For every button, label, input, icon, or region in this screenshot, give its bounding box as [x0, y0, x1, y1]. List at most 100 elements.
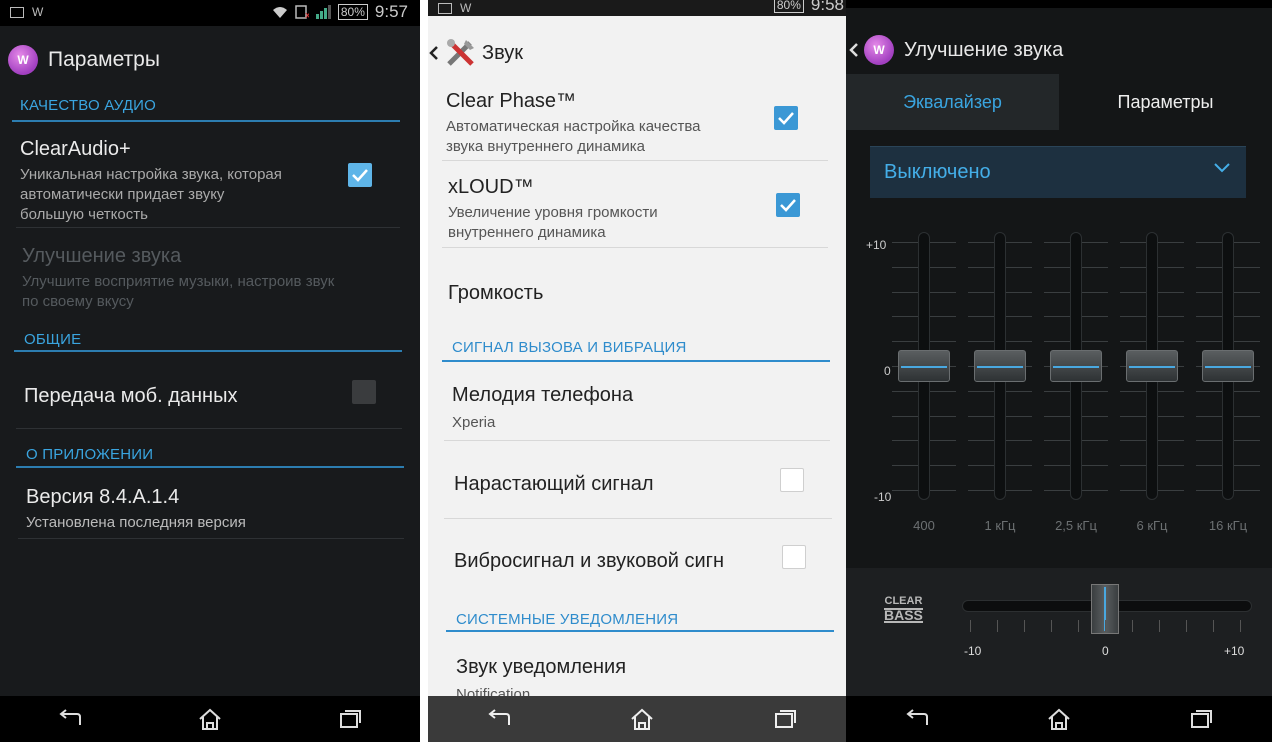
- setting-volume[interactable]: Громкость: [448, 282, 768, 305]
- clear-phase-checkbox[interactable]: [774, 106, 798, 130]
- clear-bass-tick: [1024, 620, 1025, 632]
- walkman-notification-icon: W: [32, 5, 44, 19]
- page-title: Улучшение звука: [904, 38, 1064, 61]
- equalizer: +10 0 -10 400 1 кГц 2,5 кГц 6 кГц 16 кГц: [846, 220, 1272, 540]
- home-button[interactable]: [1043, 706, 1075, 732]
- walkman-icon[interactable]: W: [8, 45, 38, 75]
- setting-title: Улучшение звука: [22, 245, 182, 267]
- eq-label-max: +10: [866, 238, 887, 252]
- tab-parameters[interactable]: Параметры: [1059, 74, 1272, 130]
- setting-clear-phase[interactable]: Clear Phase™ Автоматическая настройка ка…: [446, 90, 766, 157]
- eq-slider-handle[interactable]: [1202, 350, 1254, 382]
- home-icon: [199, 708, 221, 730]
- setting-subtitle: большую четкость: [20, 206, 148, 223]
- clear-bass-tick: [1051, 620, 1052, 632]
- eq-slider-handle[interactable]: [974, 350, 1026, 382]
- battery-indicator: 80%: [773, 0, 804, 13]
- clear-bass-max-label: +10: [1224, 644, 1245, 658]
- section-header-about: О ПРИЛОЖЕНИИ: [26, 446, 154, 463]
- app-bar: Звук: [428, 30, 856, 76]
- setting-ascending-ring[interactable]: Нарастающий сигнал: [454, 473, 774, 496]
- row-divider: [442, 247, 828, 248]
- clear-bass-zero-label: 0: [1102, 644, 1109, 658]
- recent-apps-button[interactable]: [769, 706, 801, 732]
- clear-bass-logo: CLEAR BASS: [884, 596, 923, 623]
- walkman-icon: W: [864, 35, 894, 65]
- screen-audio-settings: W x 80% 9:57 W Параметры КАЧЕСТВО АУДИО …: [0, 0, 420, 742]
- setting-title: Звук уведомления: [456, 656, 627, 678]
- nav-bar: [428, 696, 856, 742]
- back-arrow-icon: [488, 709, 511, 725]
- setting-subtitle: Xperia: [452, 414, 496, 431]
- eq-label-min: -10: [874, 490, 892, 504]
- eq-band-label: 16 кГц: [1208, 518, 1248, 533]
- clear-bass-tick: [1213, 620, 1214, 632]
- section-divider: [442, 360, 830, 362]
- setting-xloud[interactable]: xLOUD™ Увеличение уровня громкости внутр…: [448, 176, 768, 243]
- walkman-notification-icon: W: [460, 1, 472, 15]
- eq-slider-handle[interactable]: [898, 350, 950, 382]
- section-header-system-notifications: СИСТЕМНЫЕ УВЕДОМЛЕНИЯ: [456, 611, 679, 628]
- row-divider: [444, 440, 830, 441]
- signal-icon: [315, 5, 331, 19]
- page-title: Параметры: [48, 48, 160, 71]
- section-header-audio-quality: КАЧЕСТВО АУДИО: [20, 97, 157, 114]
- clear-bass-tick: [1132, 620, 1133, 632]
- setting-version[interactable]: Версия 8.4.A.1.4 Установлена последняя в…: [26, 486, 406, 533]
- setting-subtitle: по своему вкусу: [22, 293, 134, 310]
- vibrate-ring-checkbox[interactable]: [782, 545, 806, 569]
- back-chevron-icon[interactable]: [428, 45, 440, 61]
- sim-icon: x: [295, 5, 309, 19]
- row-divider: [444, 518, 832, 519]
- recent-apps-icon: [1191, 710, 1212, 728]
- home-icon: [1048, 708, 1070, 730]
- screen-sound-enhancement: W Улучшение звука Эквалайзер Параметры В…: [846, 0, 1272, 742]
- recent-apps-button[interactable]: [334, 706, 366, 732]
- setting-clearaudio[interactable]: ClearAudio+ Уникальная настройка звука, …: [20, 138, 340, 225]
- clear-bass-tick: [1159, 620, 1160, 632]
- mobile-data-checkbox[interactable]: [352, 380, 376, 404]
- tools-icon: [447, 39, 474, 66]
- eq-band-label: 1 кГц: [984, 518, 1016, 533]
- row-divider: [16, 227, 400, 228]
- eq-slider-handle[interactable]: [1126, 350, 1178, 382]
- gallery-notification-icon: [10, 6, 24, 18]
- clear-bass-logo-top: CLEAR: [884, 595, 923, 607]
- clock: 9:57: [374, 2, 408, 21]
- setting-ringtone[interactable]: Мелодия телефона Xperia: [452, 384, 792, 433]
- setting-title: xLOUD™: [448, 176, 534, 198]
- recent-apps-button[interactable]: [1185, 706, 1217, 732]
- back-button[interactable]: [483, 706, 515, 732]
- home-button[interactable]: [194, 706, 226, 732]
- clear-bass-tick: [1240, 620, 1241, 632]
- clear-bass-tick: [1105, 620, 1106, 632]
- eq-slider-handle[interactable]: [1050, 350, 1102, 382]
- setting-title: Передача моб. данных: [24, 385, 238, 407]
- row-divider: [16, 428, 402, 429]
- back-button[interactable]: [54, 706, 86, 732]
- setting-vibrate-and-ring[interactable]: Вибросигнал и звуковой сигн: [454, 550, 754, 573]
- xloud-checkbox[interactable]: [776, 193, 800, 217]
- gallery-notification-icon: [438, 2, 452, 14]
- section-divider: [14, 350, 402, 352]
- tab-equalizer[interactable]: Эквалайзер: [846, 74, 1059, 130]
- home-button[interactable]: [626, 706, 658, 732]
- setting-title: Clear Phase™: [446, 90, 577, 112]
- preset-dropdown[interactable]: Выключено: [870, 146, 1246, 198]
- status-bar: W x 80% 9:57: [0, 0, 420, 26]
- battery-indicator: 80%: [337, 4, 368, 20]
- setting-subtitle: Увеличение уровня громкости: [448, 204, 658, 221]
- ascending-ring-checkbox[interactable]: [780, 468, 804, 492]
- clearaudio-checkbox[interactable]: [348, 163, 372, 187]
- clear-bass-tick: [1186, 620, 1187, 632]
- page-title: Звук: [482, 41, 524, 64]
- setting-mobile-data[interactable]: Передача моб. данных: [24, 385, 344, 408]
- setting-sound-enhancement[interactable]: Улучшение звука Улучшите восприятие музы…: [22, 245, 402, 312]
- section-divider: [446, 630, 834, 632]
- screen-sound-settings: W 80% 9:58 Звук Clear Phase™ Автоматичес…: [428, 0, 856, 742]
- clear-bass-min-label: -10: [964, 644, 982, 658]
- setting-subtitle: автоматически придает звуку: [20, 186, 225, 203]
- row-divider: [442, 160, 828, 161]
- back-chevron-icon[interactable]: [848, 42, 860, 58]
- back-button[interactable]: [901, 706, 933, 732]
